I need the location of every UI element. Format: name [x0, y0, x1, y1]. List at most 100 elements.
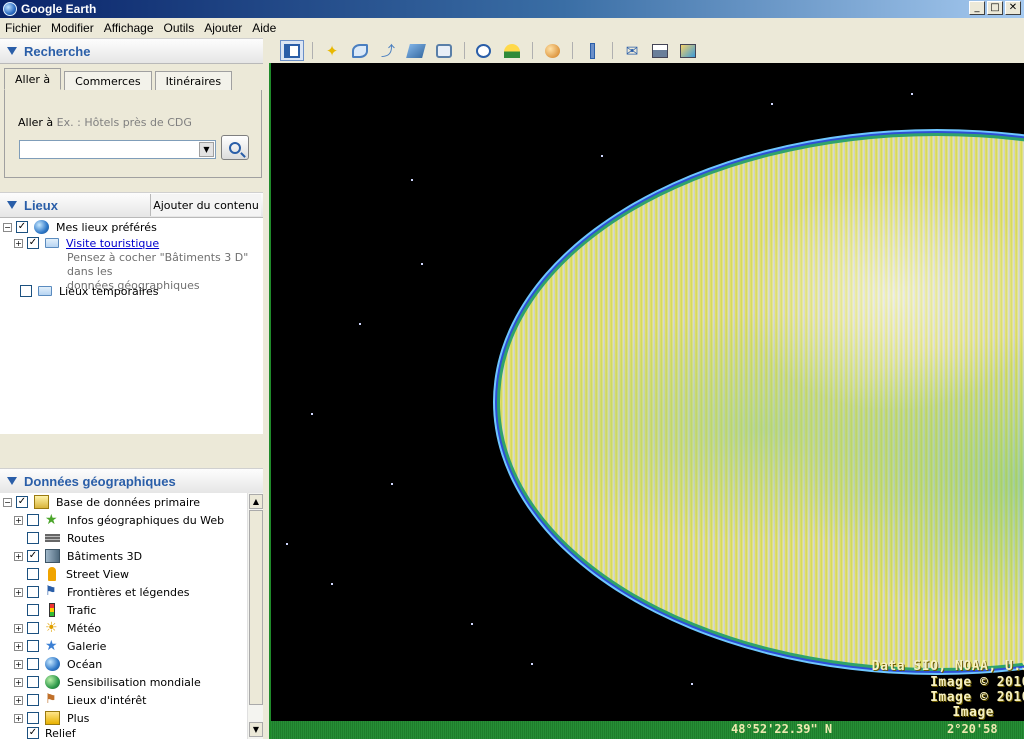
checkbox[interactable] — [27, 640, 39, 652]
layer-relief[interactable]: ✓ Relief — [14, 727, 76, 739]
collapse-icon[interactable]: − — [3, 222, 12, 232]
checkbox[interactable]: ✓ — [27, 550, 39, 562]
tab-commerces[interactable]: Commerces — [64, 71, 152, 90]
layer-plus[interactable]: + Plus — [14, 709, 89, 727]
places-section-header[interactable]: Lieux Ajouter du contenu — [0, 192, 263, 218]
checkbox-mes-lieux[interactable]: ✓ — [16, 221, 28, 233]
tree-item-visite[interactable]: + ✓ Visite touristique — [14, 234, 159, 252]
print-button[interactable] — [648, 40, 672, 61]
menu-aide[interactable]: Aide — [247, 21, 281, 35]
expand-icon[interactable]: + — [14, 695, 23, 705]
map-viewport[interactable]: Data SIO, NOAA, U.S Image © 2010 Image ©… — [269, 63, 1024, 739]
planets-button[interactable] — [540, 40, 564, 61]
menu-outils[interactable]: Outils — [159, 21, 200, 35]
layer-galerie[interactable]: + ★ Galerie — [14, 637, 106, 655]
layer-frontieres[interactable]: + ⚑ Frontières et légendes — [14, 583, 190, 601]
scroll-down-icon[interactable]: ▼ — [249, 722, 263, 737]
layer-ocean[interactable]: + Océan — [14, 655, 102, 673]
scroll-thumb[interactable] — [249, 510, 263, 705]
layer-label: Galerie — [67, 639, 107, 653]
layer-label: Routes — [67, 531, 105, 545]
checkbox[interactable] — [27, 712, 39, 724]
collapse-icon[interactable]: − — [3, 497, 12, 507]
layer-infos-web[interactable]: + ★ Infos géographiques du Web — [14, 511, 224, 529]
collapse-triangle-icon[interactable] — [7, 477, 17, 485]
checkbox-visite[interactable]: ✓ — [27, 237, 39, 249]
record-tour-button[interactable] — [432, 40, 456, 61]
search-input[interactable]: ▼ — [19, 140, 216, 159]
tree-item-lieux-temporaires[interactable]: Lieux temporaires — [20, 282, 159, 300]
checkbox[interactable]: ✓ — [27, 727, 39, 739]
add-polygon-icon — [352, 43, 368, 58]
longitude-readout: 2°20'58 — [947, 722, 998, 736]
globe-icon — [34, 220, 49, 234]
add-content-button[interactable]: Ajouter du contenu — [150, 194, 261, 216]
layer-base-de-donnees[interactable]: − ✓ Base de données primaire — [3, 493, 200, 511]
checkbox-lieux-temporaires[interactable] — [20, 285, 32, 297]
sunlight-button[interactable] — [500, 40, 524, 61]
layer-routes[interactable]: Routes — [14, 529, 105, 547]
checkbox[interactable] — [27, 604, 39, 616]
checkbox[interactable] — [27, 514, 39, 526]
layer-meteo[interactable]: + ☀ Météo — [14, 619, 101, 637]
checkbox[interactable] — [27, 694, 39, 706]
expand-icon[interactable]: + — [14, 677, 23, 687]
historical-imagery-button[interactable] — [471, 40, 495, 61]
search-section-header[interactable]: Recherche — [0, 38, 263, 64]
tab-aller-a[interactable]: Aller à — [4, 68, 62, 90]
checkbox[interactable] — [27, 532, 39, 544]
expand-icon[interactable]: + — [14, 238, 23, 248]
layers-section-header[interactable]: Données géographiques — [0, 468, 263, 494]
tab-itineraires[interactable]: Itinéraires — [154, 71, 233, 90]
minimize-button[interactable]: _ — [969, 1, 985, 15]
expand-icon[interactable]: + — [14, 515, 23, 525]
layer-label: Météo — [67, 621, 102, 635]
expand-icon[interactable]: + — [14, 551, 23, 561]
add-placemark-button[interactable]: ✦ — [320, 40, 344, 61]
search-button[interactable] — [221, 135, 249, 160]
expand-icon[interactable]: + — [14, 713, 23, 723]
add-polygon-button[interactable] — [348, 40, 372, 61]
layer-lieux-interet[interactable]: + ⚑ Lieux d'intérêt — [14, 691, 146, 709]
layer-label: Sensibilisation mondiale — [67, 675, 201, 689]
ruler-button[interactable] — [580, 40, 604, 61]
layer-trafic[interactable]: Trafic — [14, 601, 96, 619]
dropdown-arrow-icon[interactable]: ▼ — [199, 142, 214, 157]
layer-street-view[interactable]: Street View — [14, 565, 129, 583]
menu-ajouter[interactable]: Ajouter — [199, 21, 247, 35]
checkbox[interactable] — [27, 586, 39, 598]
expand-icon[interactable]: + — [14, 587, 23, 597]
collapse-triangle-icon[interactable] — [7, 201, 17, 209]
menu-fichier[interactable]: Fichier — [0, 21, 46, 35]
menu-affichage[interactable]: Affichage — [99, 21, 159, 35]
checkbox[interactable]: ✓ — [16, 496, 28, 508]
visite-link[interactable]: Visite touristique — [66, 237, 159, 250]
ocean-icon — [45, 657, 60, 671]
layer-batiments-3d[interactable]: + ✓ Bâtiments 3D — [14, 547, 142, 565]
goto-hint: Ex. : Hôtels près de CDG — [56, 116, 192, 129]
sidebar-toggle-button[interactable] — [280, 40, 304, 61]
menu-modifier[interactable]: Modifier — [46, 21, 99, 35]
expand-icon[interactable]: + — [14, 623, 23, 633]
search-section-title: Recherche — [24, 43, 91, 59]
checkbox[interactable] — [27, 568, 39, 580]
earth-globe[interactable] — [497, 133, 1024, 671]
checkbox[interactable] — [27, 622, 39, 634]
expand-icon[interactable]: + — [14, 641, 23, 651]
image-overlay-button[interactable] — [404, 40, 428, 61]
checkbox[interactable] — [27, 676, 39, 688]
attribution-line: Image — [952, 705, 994, 720]
save-image-button[interactable] — [676, 40, 700, 61]
expand-icon[interactable]: + — [14, 659, 23, 669]
description-line: Pensez à cocher "Bâtiments 3 D" dans les — [67, 251, 249, 278]
collapse-triangle-icon[interactable] — [7, 47, 17, 55]
places-section-title: Lieux — [24, 197, 58, 213]
layer-sensibilisation[interactable]: + Sensibilisation mondiale — [14, 673, 201, 691]
scroll-up-icon[interactable]: ▲ — [249, 494, 263, 509]
close-button[interactable]: ✕ — [1005, 1, 1021, 15]
checkbox[interactable] — [27, 658, 39, 670]
add-path-button[interactable]: ⤴ — [376, 40, 400, 61]
maximize-button[interactable]: □ — [987, 1, 1003, 15]
layers-scrollbar[interactable]: ▲ ▼ — [247, 493, 263, 739]
email-button[interactable]: ✉ — [620, 40, 644, 61]
